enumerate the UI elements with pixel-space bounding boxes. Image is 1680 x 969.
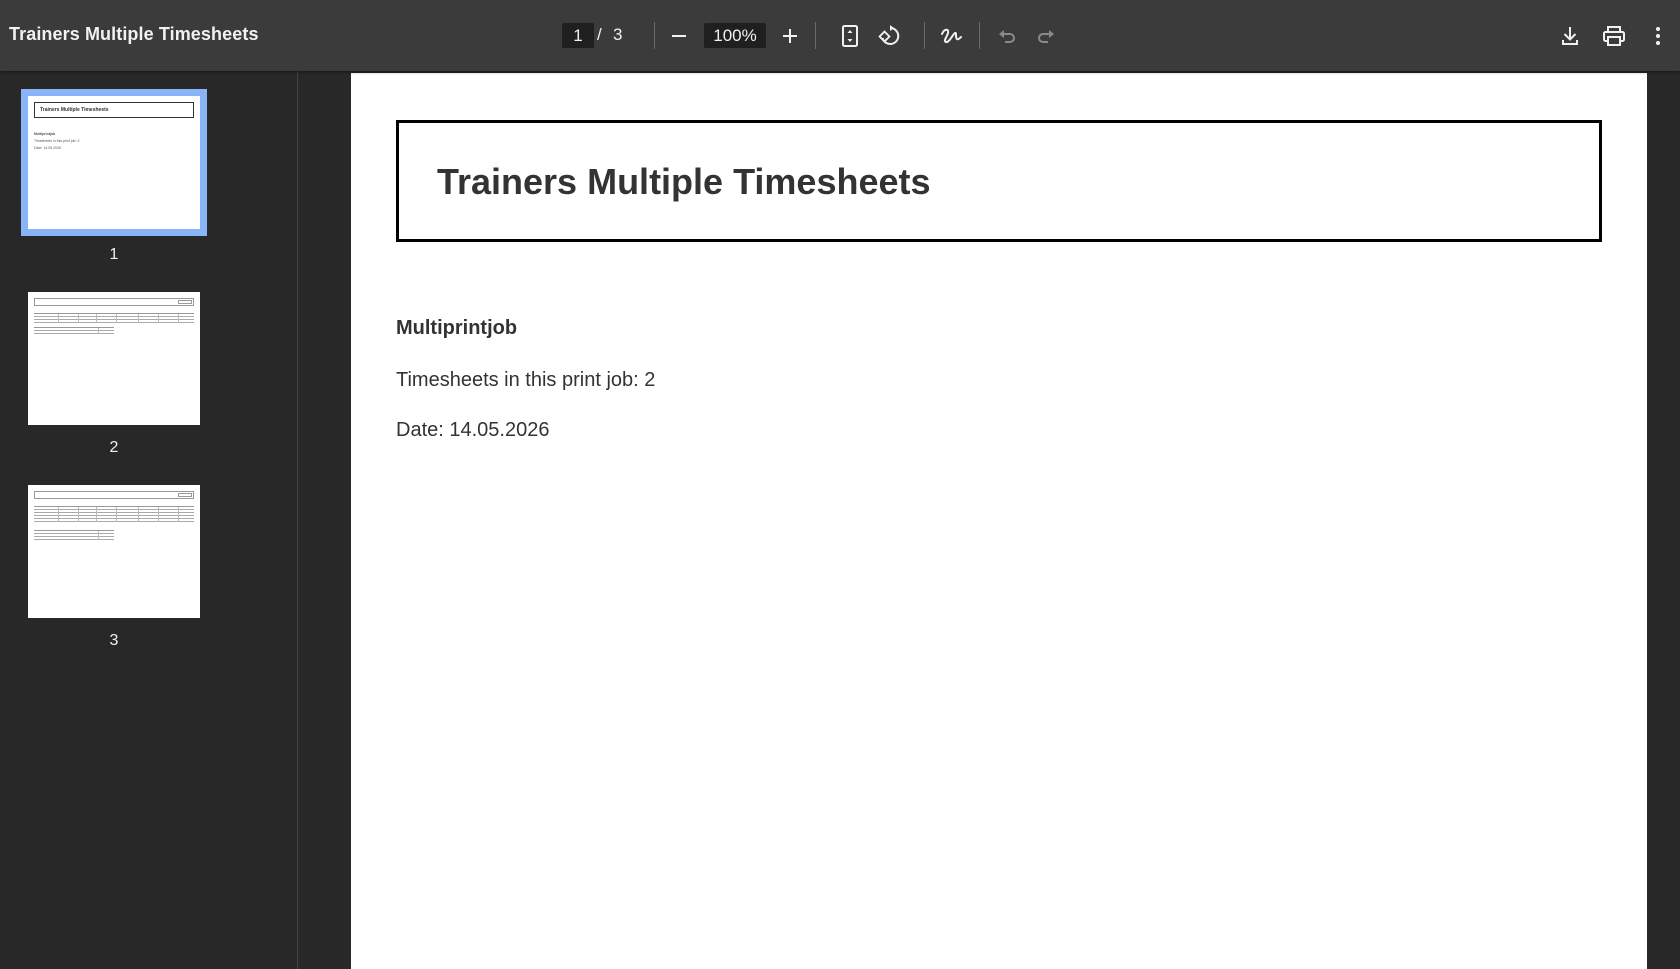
document-title: Trainers Multiple Timesheets: [9, 24, 259, 44]
total-pages: 3: [613, 25, 623, 44]
minus-icon: [672, 35, 686, 37]
toolbar-divider: [979, 22, 980, 49]
thumbnail-title: Trainers Multiple Timesheets: [34, 102, 194, 118]
thumbnail-text-line: Timesheets in this print job: 2: [34, 139, 80, 143]
undo-button[interactable]: [989, 18, 1025, 54]
thumbnail-page-number: 2: [109, 439, 119, 456]
page-thumbnail-2[interactable]: [28, 292, 200, 425]
fit-page-button[interactable]: [832, 18, 868, 54]
rotate-button[interactable]: [871, 18, 907, 54]
toolbar-divider: [815, 22, 816, 49]
thumbnail-summary: [34, 530, 114, 540]
thumbnail-page-number: 1: [109, 246, 119, 263]
page-title: Trainers Multiple Timesheets: [437, 161, 931, 202]
toolbar-divider: [654, 22, 655, 49]
page-thumbnail-3[interactable]: [28, 485, 200, 618]
zoom-level-input[interactable]: 100%: [704, 23, 766, 48]
thumbnail-header-box: [34, 491, 194, 499]
current-page-input[interactable]: 1: [562, 23, 594, 48]
date-text: Date: 14.05.2026: [396, 419, 550, 441]
page-thumbnail-1[interactable]: Trainers Multiple Timesheets Multiprintj…: [21, 89, 207, 236]
thumbnail-header-box: [34, 298, 194, 306]
page-separator: /: [597, 25, 602, 44]
zoom-in-button[interactable]: [772, 18, 808, 54]
thumbnail-sidebar: Trainers Multiple Timesheets Multiprintj…: [0, 71, 298, 969]
download-icon: [1562, 27, 1578, 45]
section-heading: Multiprintjob: [396, 317, 518, 339]
thumbnail-text-line: Date: 14.05.2026: [34, 146, 61, 150]
thumbnail-table: [34, 506, 194, 522]
document-viewer[interactable]: Trainers Multiple Timesheets Multiprintj…: [299, 71, 1680, 969]
thumbnail-page-number: 3: [109, 632, 119, 649]
print-button[interactable]: [1596, 18, 1632, 54]
title-box: Trainers Multiple Timesheets: [396, 120, 1602, 242]
zoom-out-button[interactable]: [661, 18, 697, 54]
redo-button[interactable]: [1028, 18, 1064, 54]
more-actions-button[interactable]: [1640, 18, 1676, 54]
draw-icon: [941, 28, 962, 44]
download-button[interactable]: [1552, 18, 1588, 54]
pdf-page: Trainers Multiple Timesheets Multiprintj…: [351, 73, 1647, 969]
redo-icon: [1038, 30, 1054, 43]
annotate-button[interactable]: [933, 18, 969, 54]
fit-page-icon: [842, 25, 858, 47]
pdf-toolbar: Trainers Multiple Timesheets 1 / 3 100%: [0, 0, 1680, 71]
thumbnail-heading: Multiprintjob: [34, 132, 56, 136]
print-icon: [1603, 26, 1625, 46]
toolbar-divider: [924, 22, 925, 49]
rotate-icon: [878, 25, 900, 45]
timesheets-count-text: Timesheets in this print job: 2: [396, 369, 656, 391]
undo-icon: [999, 30, 1015, 43]
thumbnail-table: [34, 313, 194, 323]
more-vertical-icon: [1656, 27, 1660, 45]
thumbnail-summary: [34, 327, 114, 334]
plus-icon: [783, 29, 797, 43]
